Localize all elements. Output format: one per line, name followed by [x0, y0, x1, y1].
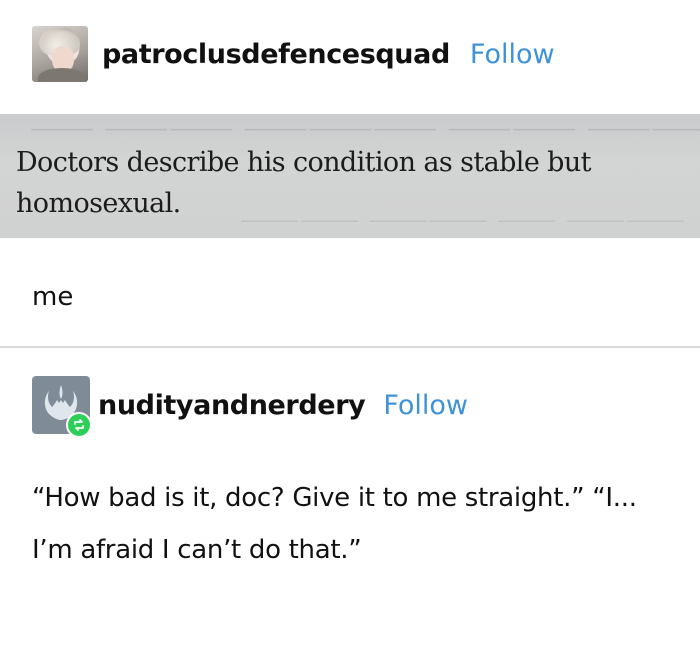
avatar-shoulder-shape: [38, 68, 86, 82]
user-avatar-1[interactable]: [32, 26, 88, 82]
book-excerpt-text: Doctors describe his condition as stable…: [16, 147, 592, 219]
username-link-2[interactable]: nudityandnerdery: [98, 390, 366, 421]
post-text-2: “How bad is it, doc? Give it to me strai…: [32, 483, 637, 565]
book-page-image: ⸻ ⸻⸻ ⸻⸻⸻ ⸻⸻ ⸻⸻⸻ ⸻⸻⸻ ⸻⸻ ⸻⸻ ⸻ ⸻⸻ ⸻ ⸻⸻ ⸻⸻⸻ …: [0, 114, 700, 238]
username-link-1[interactable]: patroclusdefencesquad: [102, 39, 450, 70]
follow-button-1[interactable]: Follow: [470, 39, 555, 70]
reply-text-1: me: [32, 282, 74, 312]
post-header-1: patroclusdefencesquad Follow: [32, 26, 555, 82]
follow-button-2[interactable]: Follow: [383, 390, 468, 421]
reblog-icon: [66, 412, 92, 438]
post-divider: [0, 346, 700, 348]
post-header-2: nudityandnerdery Follow: [32, 376, 468, 438]
user-avatar-2[interactable]: [32, 376, 92, 438]
bleed-through-text: ⸻ ⸻⸻ ⸻⸻⸻ ⸻⸻ ⸻⸻⸻ ⸻⸻⸻: [30, 114, 700, 144]
